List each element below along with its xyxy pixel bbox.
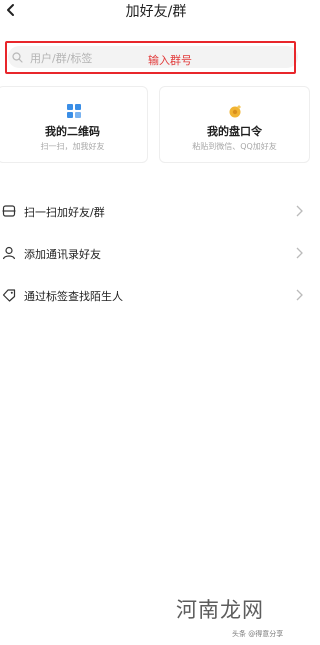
chevron-right-icon (296, 247, 303, 259)
card-subtitle: 粘贴到微信、QQ加好友 (192, 142, 277, 151)
row-label: 扫一扫加好友/群 (24, 206, 105, 219)
qr-code-icon (67, 104, 81, 118)
card-title: 我的二维码 (45, 125, 100, 138)
tag-icon (2, 289, 16, 302)
top-bar: 加好友/群 (0, 0, 312, 22)
chevron-right-icon (296, 205, 303, 217)
chevron-right-icon (296, 289, 303, 301)
card-title: 我的盘口令 (207, 125, 262, 138)
card-subtitle: 扫一扫，加我好友 (40, 142, 105, 151)
my-share-code-card[interactable]: 我的盘口令 粘贴到微信、QQ加好友 (159, 86, 310, 163)
contact-icon (2, 246, 16, 260)
watermark-credit: 头条 @得意分享 (232, 630, 284, 638)
row-label: 通过标签查找陌生人 (24, 290, 123, 303)
find-by-tag-row[interactable]: 通过标签查找陌生人 (0, 279, 312, 313)
my-qr-code-card[interactable]: 我的二维码 扫一扫，加我好友 (0, 86, 148, 163)
scan-icon (2, 205, 16, 217)
scan-add-friend-row[interactable]: 扫一扫加好友/群 (0, 195, 312, 229)
row-label: 添加通讯录好友 (24, 248, 101, 261)
page-title: 加好友/群 (125, 4, 187, 20)
add-contacts-row[interactable]: 添加通讯录好友 (0, 237, 312, 271)
watermark-main: 河南龙网 (176, 598, 264, 622)
annotation-label: 输入群号 (148, 54, 192, 67)
coin-icon (229, 105, 241, 118)
